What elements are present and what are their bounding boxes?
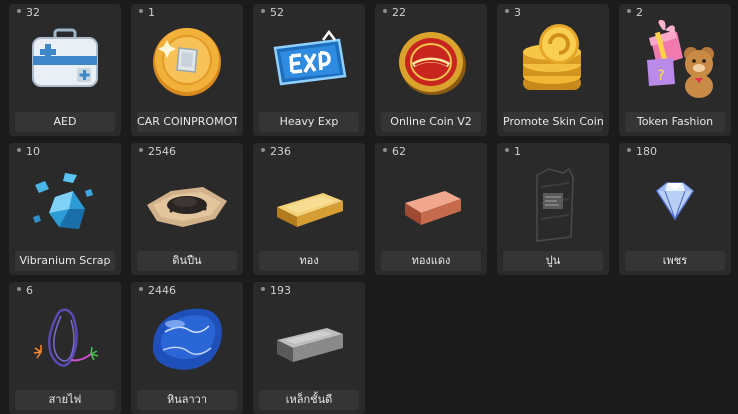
item-name: ดินปืน [137,251,237,271]
inventory-slot[interactable]: 2546 ดินปืน [131,143,243,275]
slot-indicator-dot [505,148,509,152]
inventory-slot[interactable]: 6 สายไฟ [9,282,121,414]
gold-bar-icon [253,157,365,247]
item-name: Online Coin V2 [381,112,481,132]
inventory-slot[interactable]: 32 AED [9,4,121,136]
slot-indicator-dot [17,9,21,13]
slot-indicator-dot [383,9,387,13]
inventory-slot[interactable]: 3 Promote Skin Coin [497,4,609,136]
slot-indicator-dot [627,9,631,13]
gift-box-bear-icon: ? [619,18,731,108]
slot-indicator-dot [17,287,21,291]
slot-indicator-dot [139,287,143,291]
item-name: Heavy Exp [259,112,359,132]
gunpowder-icon [131,157,243,247]
item-name: Vibranium Scrap [15,251,115,271]
blue-crystal-icon [9,157,121,247]
item-name: เหล็กชั้นดี [259,390,359,410]
slot-indicator-dot [261,9,265,13]
inventory-slot[interactable]: 180 เพชร [619,143,731,275]
steel-bar-icon [253,296,365,386]
inventory-grid: 32 AED 1 CAR COINPROMOTE 52 Heavy Exp 22… [9,4,731,414]
item-name: หินลาวา [137,390,237,410]
item-name: CAR COINPROMOTE [137,112,237,132]
inventory-slot[interactable]: 236 ทอง [253,143,365,275]
slot-indicator-dot [627,148,631,152]
cement-bag-icon [497,157,609,247]
slot-indicator-dot [17,148,21,152]
slot-indicator-dot [139,148,143,152]
coin-stack-icon [497,18,609,108]
item-name: Token Fashion [625,112,725,132]
slot-indicator-dot [383,148,387,152]
svg-text:?: ? [657,68,664,84]
diamond-icon [619,157,731,247]
item-name: ปูน [503,251,603,271]
lava-stone-icon [131,296,243,386]
inventory-slot[interactable]: 52 Heavy Exp [253,4,365,136]
copper-bar-icon [375,157,487,247]
inventory-slot[interactable]: 62 ทองแดง [375,143,487,275]
inventory-slot[interactable]: 193 เหล็กชั้นดี [253,282,365,414]
item-name: ทอง [259,251,359,271]
inventory-slot[interactable]: 10 Vibranium Scrap [9,143,121,275]
inventory-slot[interactable]: 2446 หินลาวา [131,282,243,414]
item-name: เพชร [625,251,725,271]
inventory-slot[interactable]: 2 ? Token Fashion [619,4,731,136]
exp-ticket-icon [253,18,365,108]
inventory-slot[interactable]: 22 Online Coin V2 [375,4,487,136]
inventory-slot[interactable]: 1 CAR COINPROMOTE [131,4,243,136]
slot-indicator-dot [505,9,509,13]
slot-indicator-dot [261,287,265,291]
gold-coin-icon [131,18,243,108]
slot-indicator-dot [139,9,143,13]
item-name: สายไฟ [15,390,115,410]
slot-indicator-dot [261,148,265,152]
item-name: ทองแดง [381,251,481,271]
aed-kit-icon [9,18,121,108]
inventory-slot[interactable]: 1 ปูน [497,143,609,275]
item-name: AED [15,112,115,132]
item-name: Promote Skin Coin [503,112,603,132]
wire-coil-icon [9,296,121,386]
online-coin-icon [375,18,487,108]
